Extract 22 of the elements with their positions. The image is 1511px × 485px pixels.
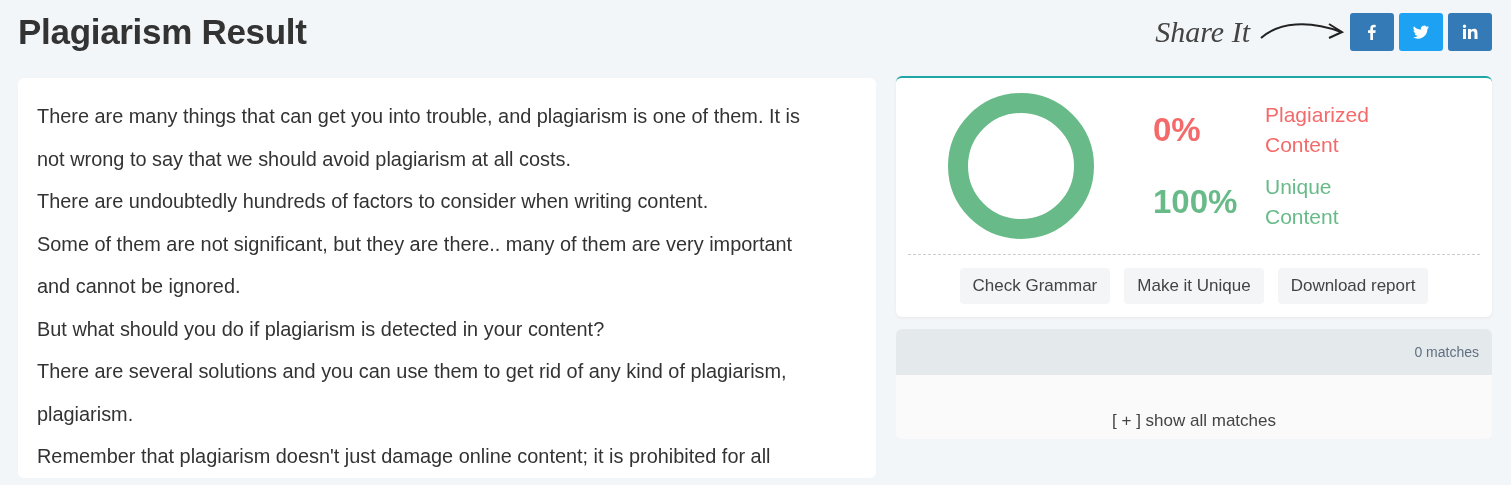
content-paragraph: Some of them are not significant, but they are there.. many of them are very important and cannot be ignored.	[37, 231, 794, 299]
twitter-button[interactable]	[1399, 13, 1443, 51]
content-paragraph: There are many things that can get you into trouble, and plagiarism is one of them. It is not wrong to say that we should avoid plagiarism at all costs.	[37, 104, 801, 172]
content-paragraph: But what should you do if plagiarism is detected in your content?	[37, 316, 606, 342]
show-matches-link[interactable]: [ + ] show all matches	[1112, 411, 1276, 431]
match-count: 0 matches	[1414, 344, 1479, 360]
linkedin-button[interactable]	[1448, 13, 1492, 51]
percentage-value: 100%	[1153, 183, 1239, 221]
content-paragraph: Remember that plagiarism doesn't just damage online content; it is prohibited for all	[37, 444, 772, 469]
result-label: Plagiarized Content	[1265, 102, 1370, 158]
content-paragraph: There are several solutions and you can use them to get rid of any kind of plagiarism, plagiarism.	[37, 359, 788, 427]
page-title: Plagiarism Result	[18, 12, 307, 52]
percentage-value: 0%	[1153, 111, 1202, 149]
bird-icon	[1412, 23, 1430, 41]
content-paragraph: There are undoubtedly hundreds of factors to consider when writing content.	[37, 189, 710, 214]
result-label: Unique Content	[1265, 174, 1340, 230]
linkedin-icon	[1461, 23, 1479, 41]
action-button[interactable]: Make it Unique	[1124, 268, 1264, 304]
action-button[interactable]: Check Grammar	[959, 268, 1111, 304]
action-button[interactable]: Download report	[1277, 268, 1429, 304]
facebook-button[interactable]	[1350, 13, 1394, 51]
share-label: Share It	[1155, 15, 1250, 49]
